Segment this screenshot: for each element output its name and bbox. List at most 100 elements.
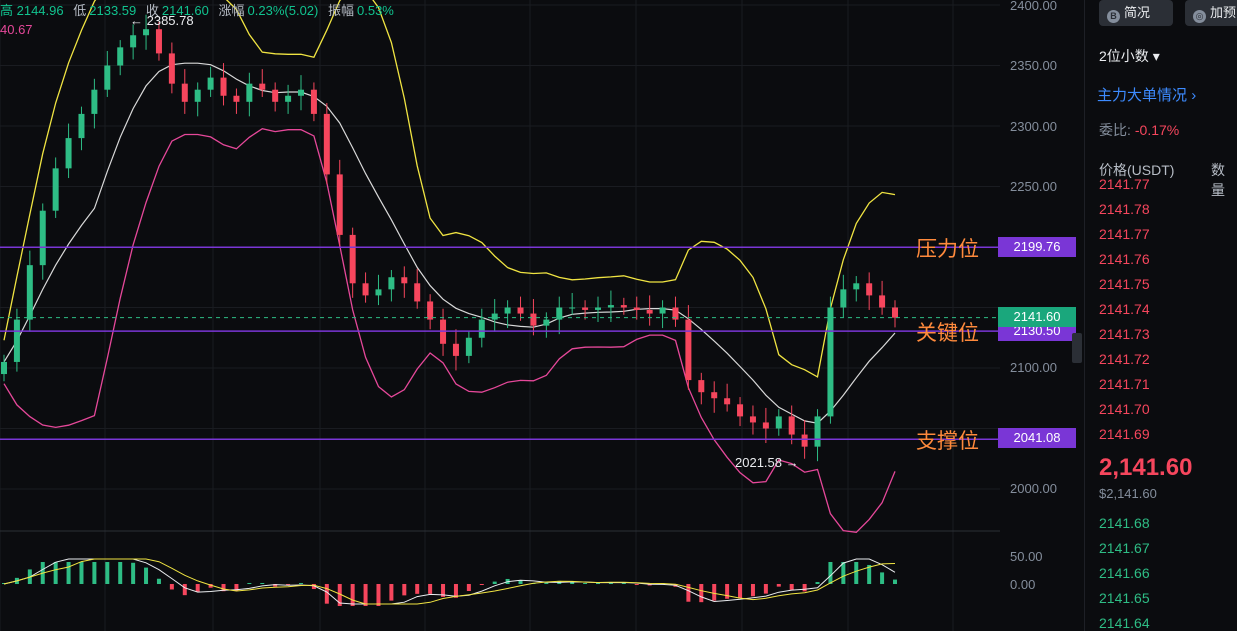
low-marker: 2021.58 → xyxy=(735,455,799,470)
panel-resize-handle[interactable] xyxy=(1072,333,1082,363)
candle-body xyxy=(853,283,860,290)
macd-bar xyxy=(131,562,136,584)
simple-button[interactable]: B 简况 xyxy=(1099,0,1173,26)
candle-body xyxy=(582,307,589,310)
candle-body xyxy=(711,392,718,399)
order-ratio: 委比: -0.17% xyxy=(1099,122,1180,138)
candle-body xyxy=(78,113,85,139)
macd-bar xyxy=(79,562,84,584)
macd-bar xyxy=(544,582,549,584)
bid-row[interactable]: 2141.68 xyxy=(1099,515,1150,531)
macd-bar xyxy=(299,583,303,584)
macd-bar xyxy=(428,584,433,594)
macd-bar xyxy=(466,584,471,591)
candle-body xyxy=(181,83,188,102)
candle-body xyxy=(39,210,46,266)
amplitude-value: 0.53% xyxy=(357,3,394,18)
macd-bar xyxy=(738,584,743,599)
bid-row[interactable]: 2141.67 xyxy=(1099,540,1150,556)
change-label: 涨幅 xyxy=(218,3,245,18)
mid-price-usd: $2,141.60 xyxy=(1099,486,1157,501)
candle-body xyxy=(814,416,821,447)
bid-row[interactable]: 2141.64 xyxy=(1099,615,1150,631)
candle-body xyxy=(233,95,240,102)
candle-body xyxy=(530,313,537,326)
macd-bar xyxy=(260,583,265,584)
candle-body xyxy=(104,65,111,90)
y-tick: 2250.00 xyxy=(1010,179,1057,194)
ask-row[interactable]: 2141.77 xyxy=(1099,226,1150,242)
macd-bar xyxy=(169,584,174,590)
ask-row[interactable]: 2141.70 xyxy=(1099,401,1150,417)
b-coin-icon: B xyxy=(1107,10,1120,23)
macd-bar xyxy=(247,583,252,584)
candle-body xyxy=(491,313,498,320)
macd-bar xyxy=(763,584,768,594)
big-orders-link[interactable]: 主力大单情况 › xyxy=(1097,84,1196,105)
ask-row[interactable]: 2141.77 xyxy=(1099,176,1150,192)
candle-body xyxy=(775,416,782,429)
support-label: 支撑位 xyxy=(916,430,979,453)
high-value: 高 2144.96 xyxy=(0,3,64,18)
candle-body xyxy=(762,422,769,429)
macd-histogram xyxy=(2,562,897,606)
candle-body xyxy=(143,29,150,36)
bid-row[interactable]: 2141.66 xyxy=(1099,565,1150,581)
candle-body xyxy=(91,89,98,114)
candle-body xyxy=(401,277,408,284)
candlestick-chart[interactable] xyxy=(0,0,1080,631)
candle-body xyxy=(543,319,550,326)
key-label: 关键位 xyxy=(916,322,979,345)
amplitude-label: 振幅 xyxy=(327,3,354,18)
mid-price: 2,141.60 xyxy=(1099,454,1193,481)
boll-upper-line xyxy=(3,0,896,378)
candle-body xyxy=(298,89,304,96)
ask-row[interactable]: 2141.73 xyxy=(1099,326,1150,342)
add-alert-button[interactable]: ◎ 加预 xyxy=(1185,0,1237,26)
candle-body xyxy=(259,83,266,90)
ask-row[interactable]: 2141.75 xyxy=(1099,276,1150,292)
candle-body xyxy=(336,174,343,235)
candle-body xyxy=(452,343,459,356)
candle-body xyxy=(130,35,137,48)
candle-body xyxy=(685,319,692,381)
decimals-select[interactable]: 2位小数 ▾ xyxy=(1099,46,1160,66)
macd-bar xyxy=(893,579,897,584)
ask-row[interactable]: 2141.76 xyxy=(1099,251,1150,267)
resistance-label: 压力位 xyxy=(916,238,979,261)
high-marker: ← 2385.78 xyxy=(130,13,194,28)
macd-bar xyxy=(880,572,885,584)
macd-bar xyxy=(750,584,755,597)
macd-bar xyxy=(479,584,484,585)
macd-bar xyxy=(725,584,730,599)
candle-body xyxy=(620,305,627,308)
candle-body xyxy=(801,434,808,447)
ask-row[interactable]: 2141.78 xyxy=(1099,201,1150,217)
candle-body xyxy=(375,289,382,296)
bid-row[interactable]: 2141.65 xyxy=(1099,590,1150,606)
macd-bar xyxy=(92,562,97,584)
support-price-tag: 2041.08 xyxy=(998,428,1076,448)
ask-row[interactable]: 2141.71 xyxy=(1099,376,1150,392)
ask-row[interactable]: 2141.74 xyxy=(1099,301,1150,317)
macd-bar xyxy=(854,562,859,584)
y-tick: 2100.00 xyxy=(1010,360,1057,375)
macd-bar xyxy=(144,567,149,584)
macd-dea-line xyxy=(3,558,896,605)
boll-mid-line xyxy=(3,62,896,424)
candle-body xyxy=(659,307,666,314)
candle-body xyxy=(349,234,356,284)
ask-row[interactable]: 2141.72 xyxy=(1099,351,1150,367)
candle-body xyxy=(246,83,253,102)
macd-tick: 50.00 xyxy=(1010,549,1043,564)
macd-bar xyxy=(118,562,123,584)
macd-bar xyxy=(363,584,368,606)
order-book-panel: B 简况 ◎ 加预 2位小数 ▾ 主力大单情况 › 委比: -0.17% 价格(USD… xyxy=(1084,0,1237,631)
macd-bar xyxy=(699,584,704,603)
level-lines xyxy=(0,246,1000,441)
y-tick: 2350.00 xyxy=(1010,58,1057,73)
ask-row[interactable]: 2141.69 xyxy=(1099,426,1150,442)
low-label: 低 xyxy=(73,3,87,18)
candle-body xyxy=(749,416,756,423)
y-tick: 2300.00 xyxy=(1010,119,1057,134)
